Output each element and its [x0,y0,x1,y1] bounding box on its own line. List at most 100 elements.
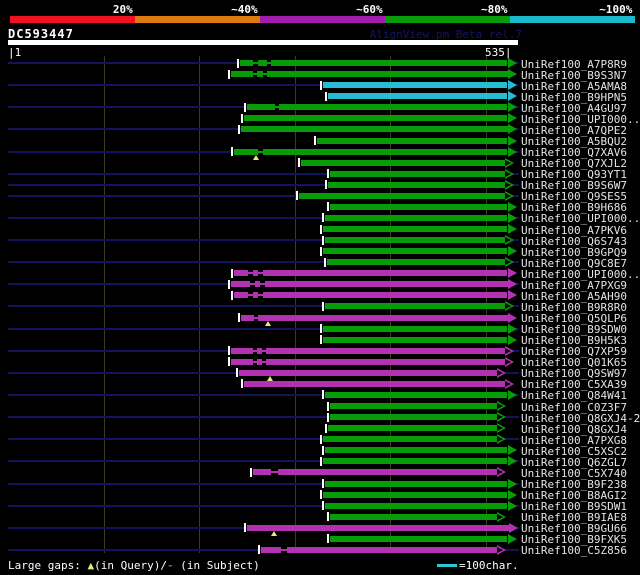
alignment-bar[interactable] [299,192,505,199]
alignment-bar[interactable] [230,281,508,288]
arrowhead-hollow-inner [504,347,511,354]
alignment-bar[interactable] [243,115,508,122]
identity-scale-label: 20% [112,3,133,16]
alignment-bar[interactable] [240,60,508,66]
alignment-start-tick [322,390,325,400]
hundred-char-key-icon [437,564,457,567]
alignment-bar[interactable] [327,425,497,432]
alignment-start-tick [320,456,323,466]
alignment-start-tick [322,213,325,223]
alignment-bar[interactable] [323,436,497,443]
identity-scale-segment [509,16,636,23]
alignment-start-tick [326,512,329,522]
subject-gap-dash-icon [258,272,263,275]
alignment-bar[interactable] [323,336,508,343]
alignment-bar[interactable] [325,480,508,487]
alignment-bar[interactable] [301,159,505,166]
alignment-bar[interactable] [239,369,497,376]
alignment-start-tick [324,423,327,433]
alignment-bar[interactable] [325,447,508,454]
alignment-start-tick [320,335,323,345]
identity-scale-segment [10,16,136,23]
arrowhead-hollow-inner [497,414,503,421]
alignment-bar[interactable] [323,325,508,332]
query-bar [8,40,518,45]
alignment-start-tick [324,257,326,267]
arrowhead-hollow-inner [497,513,503,520]
alignment-bar[interactable] [230,71,508,78]
alignment-start-tick [326,169,329,179]
arrowhead-filled-icon [507,146,517,157]
subject-gap-dash-icon [247,272,254,275]
alignment-bar[interactable] [327,181,505,188]
arrowhead-filled-icon [507,135,517,146]
arrowhead-filled-icon [507,500,517,511]
arrowhead-filled-icon [507,113,517,124]
arrowhead-hollow-inner [497,425,503,432]
alignment-bar[interactable] [323,458,508,465]
alignment-bar[interactable] [234,292,508,299]
alignment-start-tick [320,434,323,444]
identity-scale-segment [384,16,511,23]
subject-gap-dash-icon [258,294,263,297]
alignment-bar[interactable] [230,358,505,365]
arrowhead-hollow-inner [504,181,511,188]
alignment-start-tick [227,357,230,367]
alignment-bar[interactable] [230,347,505,354]
alignment-bar[interactable] [329,535,508,542]
alignment-bar[interactable] [246,104,508,111]
identity-scale-label: ~40% [231,3,258,16]
alignment-bar[interactable] [323,82,508,89]
alignment-bar[interactable] [253,469,497,476]
subject-gap-dash-icon [252,360,258,363]
alignment-bar[interactable] [325,303,505,310]
alignment-bar[interactable] [261,546,497,553]
alignment-bar[interactable] [329,513,497,520]
arrowhead-filled-icon [507,478,517,489]
alignment-bar[interactable] [323,491,508,498]
subject-gap-dash-icon [270,471,279,474]
alignment-bar[interactable] [241,314,508,321]
legend-mid: (in Query)/ [94,559,167,572]
alignment-bar[interactable] [325,391,508,398]
arrowhead-hollow-inner [497,469,503,476]
alignment-bar[interactable] [234,148,508,155]
subject-gap-dash-icon [247,294,254,297]
alignment-start-tick [320,80,323,90]
ruler-start: |1 [8,46,22,59]
alignment-bar[interactable] [329,403,497,409]
alignment-bar[interactable] [243,380,505,387]
alignment-bar[interactable] [317,137,508,144]
arrowhead-hollow-inner [497,546,503,553]
arrowhead-filled-icon [507,58,517,68]
alignment-bar[interactable] [325,502,508,509]
subject-gap-dash-icon [266,62,271,64]
alignment-bar[interactable] [323,226,508,232]
alignment-bar[interactable] [329,203,508,210]
alignment-start-tick [227,69,230,79]
subject-gap-dash-icon [281,548,287,551]
arrowhead-filled-icon [507,533,517,544]
alignment-bar[interactable] [241,126,508,133]
alignment-bar[interactable] [327,259,505,266]
alignment-bar[interactable] [246,524,510,531]
arrowhead-filled-icon [507,80,517,91]
alignment-bar[interactable] [329,170,505,177]
identity-scale-label: ~60% [356,3,383,16]
arrowhead-hollow-inner [497,436,503,443]
arrowhead-filled-icon [507,323,517,334]
alignment-bar[interactable] [325,214,508,221]
alignment-bar[interactable] [329,414,497,421]
query-gap-triangle-icon [264,320,271,326]
arrowhead-filled-icon [507,290,517,301]
alignment-start-tick [326,202,329,212]
alignment-start-tick [320,324,323,334]
alignment-start-tick [324,91,327,101]
hit-label[interactable]: UniRef100_C5Z856 [521,544,627,557]
alignment-bar[interactable] [325,237,505,243]
alignment-start-tick [320,490,323,499]
alignment-bar[interactable] [323,248,508,255]
alignment-start-tick [322,501,325,511]
alignment-bar[interactable] [327,93,508,100]
alignment-bar[interactable] [234,270,508,277]
